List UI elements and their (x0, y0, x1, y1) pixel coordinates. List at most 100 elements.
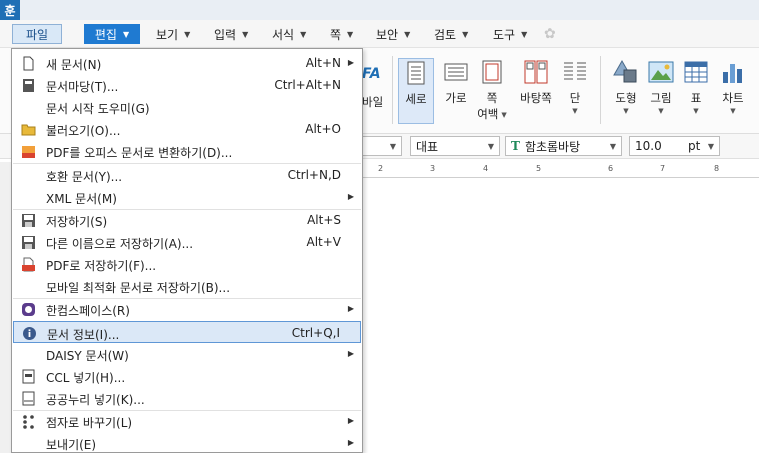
ruler-number: 3 (430, 164, 436, 173)
menu-format-label: 서식 (272, 27, 295, 42)
menu-item-label: XML 문서(M) (46, 192, 117, 206)
ribbon-columns-label: 단 (569, 91, 581, 105)
horizontal-ruler: 2 3 4 5 6 7 8 (362, 162, 759, 178)
chevron-down-icon: ▼ (730, 107, 736, 115)
text-art-icon[interactable]: FA (362, 66, 381, 82)
chevron-down-icon: ▼ (347, 29, 354, 39)
document-page[interactable] (362, 178, 759, 453)
menu-item-label: 문서 시작 도우미(G) (46, 102, 150, 116)
menu-item-shortcut: Ctrl+Alt+N (274, 78, 341, 92)
chevron-down-icon: ▼ (623, 107, 629, 115)
template-icon (21, 78, 36, 93)
columns-icon (562, 58, 588, 86)
menu-item-braille[interactable]: 점자로 바꾸기(L) ▶ (13, 410, 361, 432)
ribbon-margin-sublabel: 여백 (477, 107, 499, 121)
menu-item-pdf-convert[interactable]: PDF를 오피스 문서로 변환하기(D)... (13, 140, 361, 162)
ribbon-columns-button[interactable]: 단 ▼ (553, 58, 597, 124)
ribbon-landscape-label: 가로 (445, 91, 467, 105)
menu-item-save-mobile[interactable]: 모바일 최적화 문서로 저장하기(B)... (13, 275, 361, 297)
ruler-number: 5 (536, 164, 542, 173)
chevron-down-icon: ▼ (462, 29, 469, 39)
partial-select[interactable]: ▼ (362, 136, 402, 156)
menu-item-save-pdf[interactable]: PDF로 저장하기(F)... (13, 253, 361, 275)
ribbon-margin-sublabel-wrap: 여백 ▼ (477, 106, 507, 122)
save-as-icon (21, 235, 36, 250)
menu-item-ccl[interactable]: CCL 넣기(H)... (13, 365, 361, 387)
style-select[interactable]: 대표 ▼ (410, 136, 500, 156)
menu-item-save-as[interactable]: 다른 이름으로 저장하기(A)... Alt+V (13, 231, 361, 253)
menu-edit[interactable]: 편집 ▼ (84, 24, 140, 44)
chart-icon (720, 58, 746, 86)
menu-input[interactable]: 입력 ▼ (214, 24, 248, 44)
submenu-arrow-icon: ▶ (347, 304, 354, 313)
menu-item-kogl[interactable]: 공공누리 넣기(K)... (13, 387, 361, 409)
menu-item-label: DAISY 문서(W) (46, 349, 129, 363)
menu-item-label: 보내기(E) (46, 438, 97, 452)
table-icon (683, 58, 709, 86)
menu-item-label: 다른 이름으로 저장하기(A)... (46, 237, 194, 251)
menu-item-daisy[interactable]: DAISY 문서(W) ▶ (13, 343, 361, 365)
open-folder-icon (21, 122, 36, 137)
font-type-icon: T (511, 139, 520, 153)
menu-item-templates[interactable]: 문서마당(T)... Ctrl+Alt+N (13, 74, 361, 96)
menu-item-label: 불러오기(O)... (46, 124, 121, 138)
ribbon-portrait-label: 세로 (405, 92, 427, 106)
menu-file-label: 파일 (25, 27, 49, 42)
chevron-down-icon: ▼ (501, 110, 507, 119)
puzzle-icon[interactable]: ✿ (544, 24, 556, 44)
page-margin-icon (479, 58, 505, 86)
font-select-value: 함초롬바탕 (524, 139, 581, 154)
menu-item-save[interactable]: 저장하기(S) Alt+S (13, 209, 361, 231)
chevron-down-icon: ▼ (658, 107, 664, 115)
menu-item-compatible-document[interactable]: 호환 문서(Y)... Ctrl+N,D (13, 164, 361, 186)
menu-item-shortcut: Alt+V (306, 235, 341, 249)
menu-item-label: 문서 정보(I)... (47, 328, 120, 342)
ribbon-picture-label: 그림 (650, 91, 672, 105)
menu-review[interactable]: 검토 ▼ (434, 24, 468, 44)
ribbon-divider (392, 56, 393, 124)
ribbon-portrait-button[interactable]: 세로 (398, 58, 434, 124)
app-logo[interactable]: 훈 (0, 0, 20, 20)
ribbon-shapes-label: 도형 (615, 91, 637, 105)
menu-item-export[interactable]: 보내기(E) ▶ (13, 432, 361, 453)
font-size-select[interactable]: 10.0 pt ▼ (629, 136, 720, 156)
ruler-number: 8 (714, 164, 720, 173)
submenu-arrow-icon: ▶ (347, 416, 354, 425)
chevron-down-icon: ▼ (184, 29, 191, 39)
menu-item-label: 저장하기(S) (46, 215, 108, 229)
menu-item-new-document[interactable]: 새 문서(N) Alt+N ▶ (13, 52, 361, 74)
braille-icon (21, 414, 36, 429)
menu-edit-label: 편집 (94, 27, 117, 42)
hancom-space-icon (21, 302, 36, 317)
menu-item-start-wizard[interactable]: 문서 시작 도우미(G) (13, 96, 361, 118)
save-icon (21, 213, 36, 228)
menu-format[interactable]: 서식 ▼ (272, 24, 306, 44)
menu-security-label: 보안 (376, 27, 399, 42)
chevron-down-icon: ▼ (122, 29, 130, 39)
font-size-value: 10.0 (635, 139, 662, 153)
menu-item-label: 호환 문서(Y)... (46, 170, 123, 184)
menu-item-label: 점자로 바꾸기(L) (46, 416, 133, 430)
ccl-icon (21, 369, 36, 384)
menu-view[interactable]: 보기 ▼ (156, 24, 190, 44)
menu-page[interactable]: 쪽 ▼ (330, 24, 353, 44)
chevron-down-icon: ▼ (300, 29, 307, 39)
ribbon-chart-button[interactable]: 차트 ▼ (711, 58, 755, 124)
menu-item-shortcut: Alt+N (305, 56, 341, 70)
menu-item-hancom-space[interactable]: 한컴스페이스(R) ▶ (13, 298, 361, 320)
landscape-page-icon (443, 58, 469, 86)
ribbon-margin-button[interactable]: 쪽 여백 ▼ (470, 58, 514, 124)
ribbon-master-page-button[interactable]: 바탕쪽 (514, 58, 558, 124)
style-select-value: 대표 (416, 139, 439, 154)
chevron-down-icon: ▼ (404, 29, 411, 39)
pdf-convert-icon (21, 144, 36, 159)
font-select[interactable]: T 함초롬바탕 ▼ (505, 136, 622, 156)
menu-tools[interactable]: 도구 ▼ (493, 24, 527, 44)
menu-security[interactable]: 보안 ▼ (376, 24, 410, 44)
menu-file[interactable]: 파일 (12, 24, 62, 44)
picture-icon (648, 58, 674, 86)
menu-item-xml-document[interactable]: XML 문서(M) ▶ (13, 186, 361, 208)
shapes-icon (613, 58, 639, 86)
menu-item-document-info[interactable]: 문서 정보(I)... Ctrl+Q,I (13, 321, 361, 343)
menu-item-open[interactable]: 불러오기(O)... Alt+O (13, 118, 361, 140)
